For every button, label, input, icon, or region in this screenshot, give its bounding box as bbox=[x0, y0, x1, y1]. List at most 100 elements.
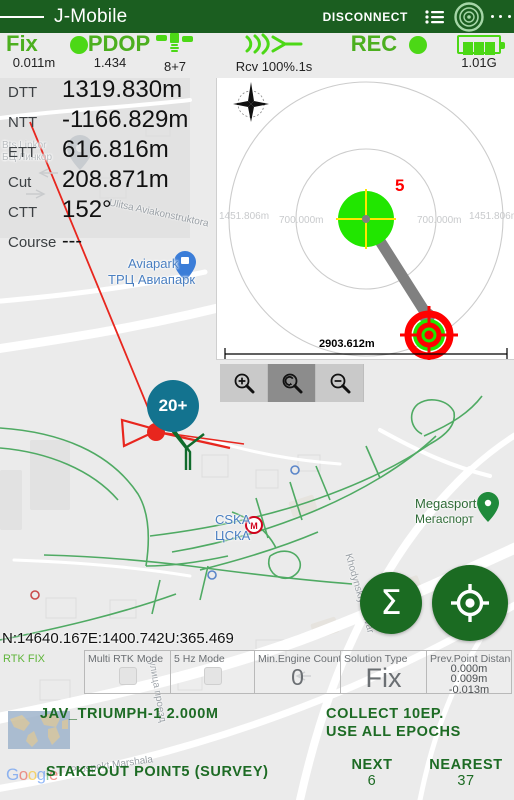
radar-scale-label: 1451.806m bbox=[219, 211, 270, 222]
readout-row: Cut 208.871m bbox=[0, 166, 192, 198]
target-point-number: 5 bbox=[395, 176, 405, 195]
status-radio[interactable]: Rcv 100%.1s bbox=[214, 33, 334, 74]
map-label: Aviapark bbox=[128, 256, 179, 271]
map-label: CSKA bbox=[215, 512, 251, 527]
status-rec[interactable]: REC bbox=[336, 33, 442, 55]
status-battery[interactable]: 1.01G bbox=[444, 33, 514, 70]
disconnect-button[interactable]: DISCONNECT bbox=[323, 10, 408, 24]
battery-icon bbox=[457, 35, 505, 55]
multi-rtk-mode-cell[interactable]: Multi RTK Mode bbox=[85, 651, 171, 693]
magnifier-plus-icon bbox=[234, 373, 254, 394]
megasport-pin bbox=[477, 492, 499, 522]
collect-epochs-line1: COLLECT 10EP. bbox=[326, 706, 444, 722]
radar-total-distance: 2903.612m bbox=[319, 338, 375, 350]
readout-row: CTT 152° bbox=[0, 196, 192, 228]
readout-value: 1319.830m bbox=[62, 76, 183, 103]
nearest-label: NEAREST bbox=[429, 757, 503, 773]
readout-value: 208.871m bbox=[62, 166, 169, 193]
sigma-average-button[interactable]: Σ bbox=[360, 572, 422, 634]
page-title: J-Mobile bbox=[54, 5, 128, 27]
pdop-status-dot bbox=[69, 36, 88, 54]
cell-header: Multi RTK Mode bbox=[88, 653, 164, 665]
coordinate-readout: N:14640.167E:1400.742U:365.469 bbox=[2, 630, 234, 647]
hamburger-menu-icon[interactable] bbox=[0, 0, 45, 33]
min-engine-count-value: 0 bbox=[291, 664, 304, 690]
status-satellites[interactable]: 8+7 bbox=[136, 33, 214, 74]
svg-text:M: M bbox=[250, 521, 258, 531]
app-bar: J-Mobile DISCONNECT bbox=[0, 0, 514, 33]
status-strip: Fix 0.011m PDOP 1.434 8+7 Rcv 100%.1s RE… bbox=[0, 33, 514, 78]
nearest-value: 37 bbox=[457, 773, 475, 789]
prev-point-distance-cell[interactable]: Prev.Point Distance 0.000m 0.009m -0.013… bbox=[427, 651, 511, 693]
cell-header: 5 Hz Mode bbox=[174, 653, 225, 665]
stakeout-label: STAKEOUT POINT5 (SURVEY) bbox=[46, 764, 269, 780]
readout-label: NTT bbox=[8, 114, 38, 131]
map-cluster-badge[interactable]: 20+ bbox=[147, 380, 199, 432]
battery-value: 1.01G bbox=[461, 55, 497, 70]
map-label: ТРЦ Авиапарк bbox=[108, 272, 196, 287]
five-hz-mode-cell[interactable]: 5 Hz Mode bbox=[171, 651, 255, 693]
readout-value: 152° bbox=[62, 196, 112, 223]
radar-scale-label: 1451.806m bbox=[469, 211, 514, 222]
map-label: ЦСКА bbox=[215, 528, 251, 543]
rtk-status-badge: RTK FIX bbox=[3, 653, 45, 665]
min-engine-count-cell[interactable]: Min.Engine Count 0 bbox=[255, 651, 341, 693]
next-point-indicator[interactable]: NEXT 6 bbox=[332, 757, 412, 789]
readout-row: ETT 616.816m bbox=[0, 136, 192, 168]
magnifier-reset-icon bbox=[282, 373, 302, 394]
next-label: NEXT bbox=[351, 757, 393, 773]
solution-type-value: Fix bbox=[365, 663, 402, 693]
fix-value: 0.011m bbox=[12, 55, 56, 70]
zoom-in-button[interactable] bbox=[220, 364, 268, 402]
fix-label: Fix bbox=[6, 31, 38, 56]
zoom-out-button[interactable] bbox=[316, 364, 364, 402]
collect-epochs-line2: USE ALL EPOCHS bbox=[326, 724, 461, 740]
cell-header: Min.Engine Count bbox=[258, 653, 341, 665]
crosshair-target-icon bbox=[451, 584, 489, 622]
compass-rose-icon bbox=[233, 82, 269, 122]
nearest-point-indicator[interactable]: NEAREST 37 bbox=[420, 757, 512, 789]
radio-value: Rcv 100%.1s bbox=[235, 59, 313, 74]
sigma-icon: Σ bbox=[380, 583, 402, 623]
zoom-reset-button[interactable] bbox=[268, 364, 316, 402]
radio-signal-icon bbox=[245, 33, 303, 55]
antenna-label: JAV_TRIUMPH-1 2.000M bbox=[40, 706, 219, 722]
readout-row: DTT 1319.830m bbox=[0, 76, 192, 108]
readout-row: NTT -1166.829m bbox=[0, 106, 192, 138]
readout-value: --- bbox=[62, 230, 82, 252]
kebab-menu-icon[interactable] bbox=[488, 0, 514, 33]
readout-label: Course bbox=[8, 234, 57, 251]
next-value: 6 bbox=[367, 773, 377, 789]
list-icon[interactable] bbox=[420, 0, 450, 33]
readout-row: Course --- bbox=[0, 228, 192, 258]
prev-distance-u: -0.013m bbox=[448, 683, 490, 693]
rec-label: REC bbox=[350, 31, 398, 56]
multi-rtk-mode-checkbox[interactable] bbox=[118, 667, 137, 685]
settings-table: Multi RTK Mode 5 Hz Mode Min.Engine Coun… bbox=[84, 650, 512, 694]
radar-scale-label: 700.000m bbox=[417, 215, 462, 226]
readout-label: Cut bbox=[8, 174, 32, 191]
five-hz-mode-checkbox[interactable] bbox=[203, 667, 222, 685]
record-dot-icon bbox=[409, 36, 428, 54]
readout-value: 616.816m bbox=[62, 136, 169, 163]
readout-label: CTT bbox=[8, 204, 38, 221]
magnifier-minus-icon bbox=[330, 373, 350, 394]
satellites-value: 8+7 bbox=[163, 59, 187, 74]
readout-value: -1166.829m bbox=[62, 106, 189, 133]
satellite-icon bbox=[156, 33, 193, 52]
solution-type-cell[interactable]: Solution Type Fix bbox=[341, 651, 427, 693]
map-label: Megasport bbox=[415, 496, 477, 511]
radar-scale-label: 700.000m bbox=[279, 215, 324, 226]
stakeout-target-icon bbox=[400, 306, 458, 364]
app-bar-actions: DISCONNECT bbox=[323, 0, 514, 33]
measure-point-button[interactable] bbox=[432, 565, 508, 641]
radar-target-icon[interactable] bbox=[450, 0, 488, 33]
status-fix[interactable]: Fix 0.011m bbox=[2, 31, 66, 71]
zoom-button-bar bbox=[220, 364, 364, 402]
map-label: Мегаспорт bbox=[415, 512, 474, 526]
app-root: M Bts Linkor БЦ Линкор Aviapark ТРЦ Авиа… bbox=[0, 0, 514, 800]
cluster-count: 20+ bbox=[158, 396, 188, 415]
stakeout-radar-widget[interactable]: 1451.806m 700.000m 700.000m 1451.806m 29… bbox=[216, 78, 514, 364]
readout-label: ETT bbox=[8, 144, 37, 161]
readout-label: DTT bbox=[8, 84, 38, 101]
